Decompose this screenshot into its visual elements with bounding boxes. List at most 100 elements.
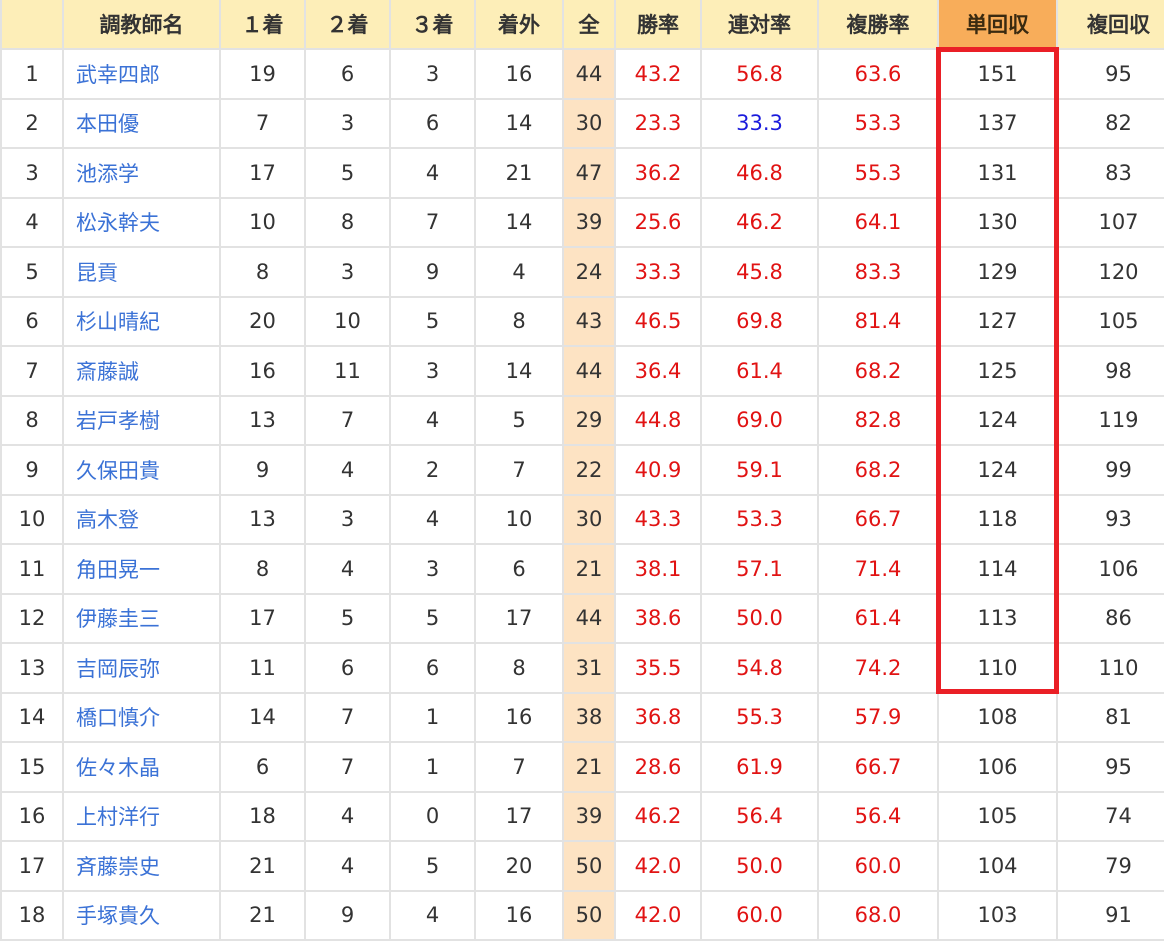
- trainer-name-link[interactable]: 高木登: [62, 493, 221, 545]
- show-rate-cell: 66.7: [817, 741, 939, 793]
- out-count-cell: 4: [474, 246, 564, 298]
- header-trainer-name[interactable]: 調教師名: [62, 0, 221, 50]
- out-count-cell: 14: [474, 196, 564, 248]
- header-show-return[interactable]: 複回収: [1056, 0, 1164, 50]
- win-return-cell: 125: [937, 345, 1058, 397]
- show-return-cell: 82: [1056, 97, 1164, 149]
- first-count-cell: 8: [219, 543, 306, 595]
- table-row: 2 本田優 7 3 6 14 30 23.3 33.3 53.3 137 82: [0, 97, 1164, 149]
- out-count-cell: 7: [474, 444, 564, 496]
- header-show-rate[interactable]: 複勝率: [817, 0, 939, 50]
- total-count-cell: 24: [562, 246, 616, 298]
- trainer-name-link[interactable]: 武幸四郎: [62, 48, 221, 100]
- second-count-cell: 3: [304, 97, 391, 149]
- total-count-cell: 21: [562, 543, 616, 595]
- out-count-cell: 8: [474, 642, 564, 694]
- place-rate-cell: 33.3: [700, 97, 819, 149]
- header-third[interactable]: ３着: [389, 0, 476, 50]
- total-count-cell: 29: [562, 394, 616, 446]
- trainer-name-link[interactable]: 斉藤崇史: [62, 840, 221, 892]
- out-count-cell: 20: [474, 840, 564, 892]
- rank-cell: 13: [0, 642, 64, 694]
- out-count-cell: 16: [474, 691, 564, 743]
- total-count-cell: 31: [562, 642, 616, 694]
- trainer-name-link[interactable]: 松永幹夫: [62, 196, 221, 248]
- rank-cell: 2: [0, 97, 64, 149]
- table-row: 10 高木登 13 3 4 10 30 43.3 53.3 66.7 118 93: [0, 493, 1164, 545]
- header-second[interactable]: ２着: [304, 0, 391, 50]
- show-rate-cell: 66.7: [817, 493, 939, 545]
- header-place-rate[interactable]: 連対率: [700, 0, 819, 50]
- win-return-cell: 129: [937, 246, 1058, 298]
- show-rate-cell: 61.4: [817, 592, 939, 644]
- first-count-cell: 11: [219, 642, 306, 694]
- trainer-name-link[interactable]: 池添学: [62, 147, 221, 199]
- win-rate-cell: 43.3: [614, 493, 702, 545]
- trainer-name-link[interactable]: 本田優: [62, 97, 221, 149]
- show-rate-cell: 71.4: [817, 543, 939, 595]
- show-return-cell: 91: [1056, 889, 1164, 941]
- total-count-cell: 44: [562, 48, 616, 100]
- show-return-cell: 106: [1056, 543, 1164, 595]
- rank-cell: 9: [0, 444, 64, 496]
- table-row: 16 上村洋行 18 4 0 17 39 46.2 56.4 56.4 105 74: [0, 790, 1164, 842]
- trainer-name-link[interactable]: 岩戸孝樹: [62, 394, 221, 446]
- first-count-cell: 8: [219, 246, 306, 298]
- rank-cell: 10: [0, 493, 64, 545]
- show-rate-cell: 68.2: [817, 345, 939, 397]
- show-return-cell: 99: [1056, 444, 1164, 496]
- out-count-cell: 14: [474, 97, 564, 149]
- win-rate-cell: 28.6: [614, 741, 702, 793]
- show-return-cell: 81: [1056, 691, 1164, 743]
- header-win-return[interactable]: 単回収: [937, 0, 1058, 50]
- trainer-name-link[interactable]: 久保田貴: [62, 444, 221, 496]
- third-count-cell: 5: [389, 840, 476, 892]
- trainer-name-link[interactable]: 橋口慎介: [62, 691, 221, 743]
- header-first[interactable]: １着: [219, 0, 306, 50]
- trainer-name-link[interactable]: 上村洋行: [62, 790, 221, 842]
- trainer-name-link[interactable]: 佐々木晶: [62, 741, 221, 793]
- win-return-cell: 131: [937, 147, 1058, 199]
- total-count-cell: 38: [562, 691, 616, 743]
- third-count-cell: 3: [389, 48, 476, 100]
- trainer-name-link[interactable]: 伊藤圭三: [62, 592, 221, 644]
- win-rate-cell: 46.2: [614, 790, 702, 842]
- trainer-name-link[interactable]: 斎藤誠: [62, 345, 221, 397]
- place-rate-cell: 61.9: [700, 741, 819, 793]
- place-rate-cell: 69.0: [700, 394, 819, 446]
- place-rate-cell: 69.8: [700, 295, 819, 347]
- header-total[interactable]: 全: [562, 0, 616, 50]
- show-rate-cell: 63.6: [817, 48, 939, 100]
- second-count-cell: 5: [304, 592, 391, 644]
- show-rate-cell: 60.0: [817, 840, 939, 892]
- table-row: 13 吉岡辰弥 11 6 6 8 31 35.5 54.8 74.2 110 110: [0, 642, 1164, 694]
- trainer-stats-table: 調教師名 １着 ２着 ３着 着外 全 勝率 連対率 複勝率 単回収 複回収 1武…: [0, 0, 1164, 941]
- trainer-name-link[interactable]: 杉山晴紀: [62, 295, 221, 347]
- place-rate-cell: 55.3: [700, 691, 819, 743]
- trainer-name-link[interactable]: 吉岡辰弥: [62, 642, 221, 694]
- header-win-rate[interactable]: 勝率: [614, 0, 702, 50]
- place-rate-cell: 45.8: [700, 246, 819, 298]
- out-count-cell: 5: [474, 394, 564, 446]
- rank-cell: 7: [0, 345, 64, 397]
- win-return-cell: 124: [937, 394, 1058, 446]
- table-row: 3 池添学 17 5 4 21 47 36.2 46.8 55.3 131 83: [0, 147, 1164, 199]
- trainer-name-link[interactable]: 昆貢: [62, 246, 221, 298]
- win-return-cell: 110: [937, 642, 1058, 694]
- show-rate-cell: 74.2: [817, 642, 939, 694]
- trainer-name-link[interactable]: 角田晃一: [62, 543, 221, 595]
- header-out-of-place[interactable]: 着外: [474, 0, 564, 50]
- show-rate-cell: 83.3: [817, 246, 939, 298]
- rank-cell: 1: [0, 48, 64, 100]
- first-count-cell: 9: [219, 444, 306, 496]
- rank-cell: 12: [0, 592, 64, 644]
- win-return-cell: 106: [937, 741, 1058, 793]
- out-count-cell: 8: [474, 295, 564, 347]
- trainer-name-link[interactable]: 手塚貴久: [62, 889, 221, 941]
- rank-cell: 14: [0, 691, 64, 743]
- show-rate-cell: 56.4: [817, 790, 939, 842]
- third-count-cell: 9: [389, 246, 476, 298]
- place-rate-cell: 57.1: [700, 543, 819, 595]
- header-rank[interactable]: [0, 0, 64, 50]
- second-count-cell: 4: [304, 790, 391, 842]
